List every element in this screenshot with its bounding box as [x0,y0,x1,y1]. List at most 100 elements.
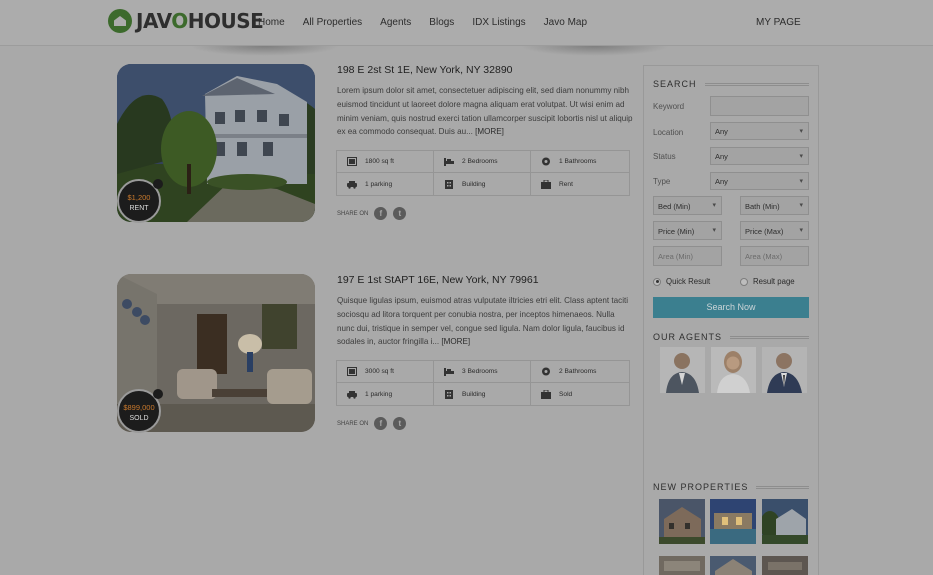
listing-address[interactable]: 197 E 1st StAPT 16E, New York, NY 79961 [337,274,539,286]
more-link[interactable]: [MORE] [475,127,504,136]
bed-icon [444,368,454,376]
radio-checked-icon [653,277,661,286]
spec-bedrooms: 3 Bedrooms [434,361,531,383]
logo[interactable]: JAVOHOUSE [108,9,264,33]
bed-icon [444,158,454,166]
spec-type: Building [434,173,531,195]
new-properties-title-text: NEW PROPERTIES [653,482,749,492]
result-page-radio[interactable]: Result page [740,277,795,286]
spec-area: 3000 sq ft [337,361,434,383]
spec-bathrooms-text: 2 Bathrooms [559,368,597,375]
search-now-button[interactable]: Search Now [653,297,809,318]
listing-status: SOLD [129,415,149,422]
property-thumbnail[interactable] [659,556,705,575]
nav-home[interactable]: Home [258,17,285,28]
title-divider [756,485,809,489]
facebook-icon[interactable]: f [374,207,388,220]
property-thumbnail[interactable] [762,499,808,544]
listing-card: $899,000 SOLD 197 E 1st StAPT 16E, New Y… [117,274,630,444]
share-label: SHARE ON [337,210,369,217]
car-icon [347,180,357,189]
price: $899,000 [123,403,155,412]
my-page-link[interactable]: MY PAGE [756,17,801,28]
agents-title-text: OUR AGENTS [653,332,723,342]
spec-status-text: Rent [559,180,573,188]
property-thumbnail[interactable] [710,556,756,575]
status-label: Status [653,152,676,161]
share-label: SHARE ON [337,420,369,427]
spec-bedrooms-text: 2 Bedrooms [462,158,498,165]
spec-area-text: 1800 sq ft [365,158,394,165]
spec-bedrooms: 2 Bedrooms [434,151,531,173]
nav-all-properties[interactable]: All Properties [303,17,362,28]
agent-avatar[interactable] [762,347,807,393]
spec-type: Building [434,383,531,405]
title-divider [730,335,809,339]
keyword-input[interactable] [710,96,809,116]
quick-result-label: Quick Result [666,277,711,286]
property-thumbnail[interactable] [710,499,756,544]
spec-grid: 1800 sq ft 2 Bedrooms 1 Bathrooms 1 park… [336,150,630,196]
type-label: Type [653,177,671,186]
price-badge: $1,200 RENT [117,179,163,223]
area-max-input[interactable]: Area (Max) [740,246,809,266]
spec-bathrooms-text: 1 Bathrooms [559,158,597,165]
agent-avatar[interactable] [711,347,756,393]
location-label: Location [653,128,684,137]
description-text: Quisque ligulas ipsum, euismod atras vul… [337,296,629,347]
spec-type-text: Building [462,390,486,398]
spec-status-text: Sold [559,390,573,398]
sidebar: SEARCH Keyword Location Any Status Any T… [643,65,819,575]
price: $1,200 [127,193,151,202]
listing-card: $1,200 RENT 198 E 2st St 1E, New York, N… [117,64,633,234]
twitter-icon[interactable]: t [393,417,407,430]
spec-bathrooms: 2 Bathrooms [531,361,629,383]
spec-status: Rent [531,173,629,195]
search-title: SEARCH [653,79,809,89]
main-nav: Home All Properties Agents Blogs IDX Lis… [258,17,605,28]
listing-address[interactable]: 198 E 2st St 1E, New York, NY 32890 [337,64,513,76]
nav-blogs[interactable]: Blogs [429,17,454,28]
price-min-select[interactable]: Price (Min) [653,221,722,240]
location-select[interactable]: Any [710,122,809,140]
twitter-icon[interactable]: t [393,207,407,220]
status-select[interactable]: Any [710,147,809,165]
nav-agents[interactable]: Agents [380,17,411,28]
more-link[interactable]: [MORE] [441,337,470,346]
area-icon [347,157,357,166]
nav-javo-map[interactable]: Javo Map [544,17,587,28]
building-icon [445,389,453,399]
spec-parking: 1 parking [337,383,434,405]
bed-min-select[interactable]: Bed (Min) [653,196,722,215]
briefcase-icon [541,389,551,399]
spec-status: Sold [531,383,629,405]
house-logo-icon [108,9,132,33]
briefcase-icon [541,179,551,189]
bath-icon [542,367,550,376]
price-max-select[interactable]: Price (Max) [740,221,809,240]
nav-idx-listings[interactable]: IDX Listings [472,17,525,28]
car-icon [347,390,357,399]
property-thumbnail[interactable] [762,556,808,575]
agents-title: OUR AGENTS [653,332,809,342]
type-select[interactable]: Any [710,172,809,190]
spec-bedrooms-text: 3 Bedrooms [462,368,498,375]
building-icon [445,179,453,189]
bath-min-select[interactable]: Bath (Min) [740,196,809,215]
spec-parking-text: 1 parking [365,390,393,398]
area-min-input[interactable]: Area (Min) [653,246,722,266]
quick-result-radio[interactable]: Quick Result [653,277,710,286]
area-icon [347,367,357,376]
header-shadow [520,46,670,56]
spec-type-text: Building [462,180,486,188]
title-divider [704,82,809,86]
listing-status: RENT [129,205,149,212]
site-header: JAVOHOUSE Home All Properties Agents Blo… [0,0,933,46]
agent-avatar[interactable] [660,347,705,393]
property-thumbnail[interactable] [659,499,705,544]
header-shadow [190,46,340,56]
listing-description: Lorem ipsum dolor sit amet, consectetuer… [337,84,633,139]
spec-area: 1800 sq ft [337,151,434,173]
facebook-icon[interactable]: f [374,417,388,430]
new-properties-title: NEW PROPERTIES [653,482,809,492]
